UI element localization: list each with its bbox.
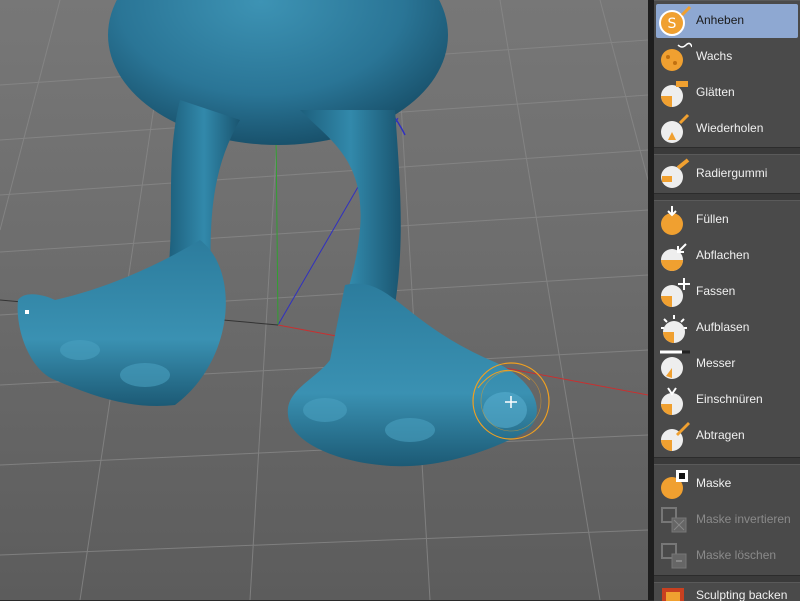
tool-label: Einschnüren bbox=[696, 392, 763, 406]
mask-invert-icon bbox=[661, 507, 687, 533]
scrape-brush-icon bbox=[661, 422, 690, 451]
inflate-brush-icon bbox=[661, 315, 687, 343]
tool-label: Abtragen bbox=[696, 428, 745, 442]
tool-radiergummi[interactable]: Radiergummi bbox=[656, 157, 798, 191]
tool-glaetten[interactable]: Glätten bbox=[656, 76, 798, 110]
brush-group-3: Füllen Abflachen Fassen Aufblasen Messer… bbox=[654, 200, 800, 458]
grab-brush-icon bbox=[661, 278, 690, 307]
wax-brush-icon bbox=[661, 42, 692, 71]
tool-wiederholen[interactable]: Wiederholen bbox=[656, 112, 798, 146]
mask-clear-icon bbox=[661, 543, 687, 569]
tool-label: Maske löschen bbox=[696, 548, 777, 562]
mask-group: Maske Maske invertieren Maske löschen bbox=[654, 464, 800, 576]
knife-brush-icon bbox=[660, 350, 690, 379]
tool-label: Abflachen bbox=[696, 248, 750, 262]
viewport-scene bbox=[0, 0, 648, 600]
svg-text:S: S bbox=[668, 16, 677, 32]
tool-maske-loeschen[interactable]: Maske löschen bbox=[656, 539, 798, 573]
tool-einschnueren[interactable]: Einschnüren bbox=[656, 383, 798, 417]
tool-abtragen[interactable]: Abtragen bbox=[656, 419, 798, 453]
tool-label: Fassen bbox=[696, 284, 736, 298]
tool-maske-invertieren[interactable]: Maske invertieren bbox=[656, 503, 798, 537]
tool-maske[interactable]: Maske bbox=[656, 467, 798, 501]
tool-wachs[interactable]: Wachs bbox=[656, 40, 798, 74]
tool-label: Wiederholen bbox=[696, 121, 764, 135]
tool-label: Anheben bbox=[696, 13, 745, 27]
flatten-brush-icon bbox=[661, 243, 687, 271]
tool-label: Glätten bbox=[696, 85, 735, 99]
tool-label: Sculpting backen bbox=[696, 588, 788, 601]
eraser-brush-icon bbox=[661, 158, 690, 188]
pull-brush-icon: S bbox=[659, 5, 692, 36]
3d-viewport[interactable] bbox=[0, 0, 648, 600]
tool-label: Füllen bbox=[696, 212, 729, 226]
tool-abflachen[interactable]: Abflachen bbox=[656, 239, 798, 273]
repeat-brush-icon bbox=[661, 113, 690, 143]
tool-label: Aufblasen bbox=[696, 320, 750, 334]
application-window: S Anheben Wachs Glätten Wiederholen Radi… bbox=[0, 0, 800, 601]
fill-brush-icon bbox=[661, 206, 683, 235]
smooth-brush-icon bbox=[661, 81, 688, 107]
tool-label: Messer bbox=[696, 356, 736, 370]
tool-fuellen[interactable]: Füllen bbox=[656, 203, 798, 237]
bake-icon bbox=[662, 588, 684, 601]
bake-group: Sculpting backen bbox=[654, 582, 800, 601]
tool-label: Radiergummi bbox=[696, 166, 768, 180]
model-body bbox=[108, 0, 448, 145]
tool-label: Wachs bbox=[696, 49, 733, 63]
tool-anheben[interactable]: S Anheben bbox=[656, 4, 798, 38]
tool-label: Maske bbox=[696, 476, 732, 490]
tool-sculpting-backen[interactable]: Sculpting backen bbox=[656, 585, 798, 601]
model-left-foot bbox=[17, 240, 226, 406]
mask-brush-icon bbox=[661, 470, 688, 499]
brush-group-1: S Anheben Wachs Glätten Wiederholen bbox=[654, 0, 800, 148]
sculpt-tools-panel: S Anheben Wachs Glätten Wiederholen Radi… bbox=[654, 0, 800, 601]
brush-group-2: Radiergummi bbox=[654, 154, 800, 194]
tool-aufblasen[interactable]: Aufblasen bbox=[656, 311, 798, 345]
y-axis-line bbox=[275, 129, 279, 326]
tool-label: Maske invertieren bbox=[696, 512, 791, 526]
pinch-brush-icon bbox=[661, 387, 683, 415]
tool-messer[interactable]: Messer bbox=[656, 347, 798, 381]
tool-fassen[interactable]: Fassen bbox=[656, 275, 798, 309]
